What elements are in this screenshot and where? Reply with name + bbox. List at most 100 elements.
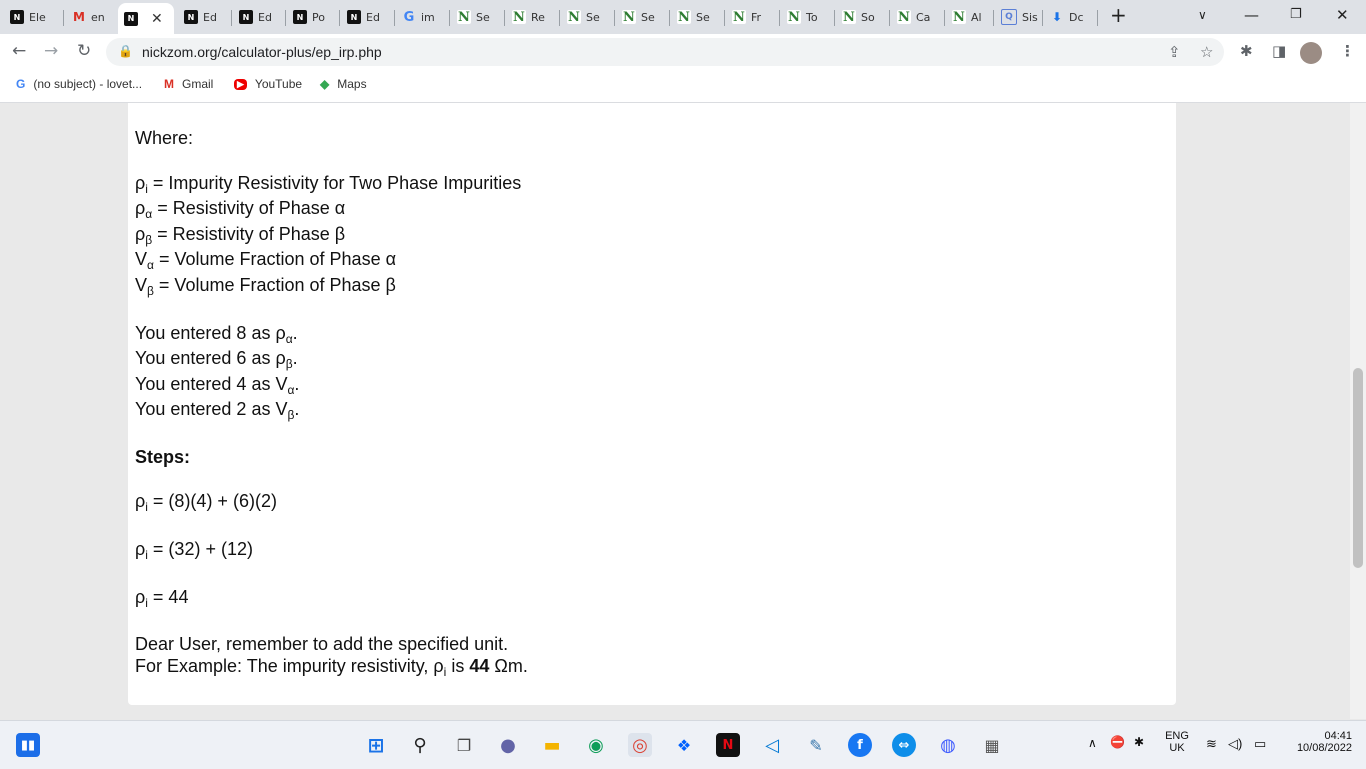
language-indicator[interactable]: ENG UK [1162, 730, 1192, 754]
browser-tab[interactable]: N Po [287, 5, 337, 29]
new-tab-icon[interactable]: + [1110, 3, 1127, 27]
browser-tab[interactable]: N Ele [4, 5, 60, 29]
n-icon: N [457, 9, 471, 25]
browser-tab[interactable]: N Ed [178, 5, 228, 29]
bookmark-youtube[interactable]: ▶ YouTube [234, 77, 302, 91]
chat-icon[interactable]: ● [496, 733, 520, 757]
menu-icon[interactable]: ⋮ [1340, 42, 1355, 60]
page-scrollbar[interactable] [1350, 103, 1366, 719]
where-heading: Where: [135, 128, 194, 148]
restore-icon[interactable]: ❐ [1290, 7, 1302, 22]
n-icon: N [567, 9, 581, 25]
definition-line: ρβ = Resistivity of Phase β [135, 224, 346, 247]
step-line: ρi = 44 [135, 587, 189, 610]
bluetooth-icon[interactable]: ✱ [1134, 735, 1144, 749]
bookmark-gmail[interactable]: M Gmail [164, 77, 213, 91]
browser-tab[interactable]: N Re [506, 5, 558, 29]
entered-line: You entered 8 as ρα. [135, 323, 298, 346]
nickzom-icon: N [10, 10, 24, 24]
scrollbar-thumb[interactable] [1353, 368, 1363, 568]
bookmarks-bar: G (no subject) - lovet... M Gmail ▶ YouTube… [0, 70, 1366, 103]
search-icon[interactable]: ⚲ [408, 733, 432, 757]
browser-tab[interactable]: N Ca [891, 5, 943, 29]
browser-tab[interactable]: N Se [616, 5, 668, 29]
edge-icon[interactable]: ◉ [584, 733, 608, 757]
widgets-icon[interactable]: ▮▮ [16, 733, 40, 757]
file-explorer-icon[interactable]: ▬ [540, 733, 564, 757]
entered-line: You entered 2 as Vβ. [135, 399, 300, 422]
browser-tab-active[interactable]: N ✕ [118, 3, 174, 34]
app-icon[interactable]: ◍ [936, 733, 960, 757]
browser-tab[interactable]: N Se [451, 5, 503, 29]
address-bar[interactable]: 🔒 nickzom.org/calculator-plus/ep_irp.php… [106, 38, 1224, 66]
browser-tab[interactable]: N Fr [726, 5, 778, 29]
bookmark-maps[interactable]: ◆ Maps [320, 77, 367, 91]
vscode-icon[interactable]: ◁ [760, 733, 784, 757]
nickzom-icon: N [347, 10, 361, 24]
gmail-icon: M [164, 77, 174, 91]
n-icon: N [677, 9, 691, 25]
clock[interactable]: 04:41 10/08/2022 [1282, 730, 1352, 754]
nickzom-icon: N [293, 10, 307, 24]
browser-tab[interactable]: N Se [671, 5, 723, 29]
browser-tab[interactable]: ⬇ Dc [1044, 5, 1096, 29]
entered-line: You entered 6 as ρβ. [135, 348, 298, 371]
extensions-icon[interactable]: ✱ [1240, 42, 1253, 60]
calculator-icon[interactable]: ▦ [980, 733, 1004, 757]
bookmark-star-icon[interactable]: ☆ [1200, 43, 1213, 61]
network-status-icon[interactable]: ⛔ [1110, 735, 1125, 749]
bookmark-gmail-subject[interactable]: G (no subject) - lovet... [16, 77, 142, 91]
definition-line: ρα = Resistivity of Phase α [135, 198, 346, 221]
avatar[interactable] [1300, 42, 1322, 64]
minimize-icon[interactable]: — [1244, 6, 1259, 24]
browser-tab[interactable]: N Ed [341, 5, 393, 29]
chrome-icon[interactable]: ◎ [628, 733, 652, 757]
wifi-icon[interactable]: ≋ [1206, 736, 1217, 752]
n-icon: N [842, 9, 856, 25]
window-close-icon[interactable]: ✕ [1336, 6, 1349, 24]
tray-chevron-icon[interactable]: ∧ [1088, 736, 1097, 750]
side-panel-icon[interactable]: ◨ [1272, 42, 1286, 60]
start-icon[interactable]: ⊞ [364, 733, 388, 757]
browser-tab[interactable]: Men [66, 5, 118, 29]
battery-icon[interactable]: ▭ [1254, 736, 1266, 752]
nickzom-icon: N [124, 11, 138, 26]
step-line: ρi = (32) + (12) [135, 539, 253, 562]
close-icon[interactable]: ✕ [151, 11, 163, 27]
teamviewer-icon[interactable]: ⇔ [892, 733, 916, 757]
browser-tab[interactable]: Gim [396, 5, 448, 29]
browser-toolbar: ← → ↻ 🔒 nickzom.org/calculator-plus/ep_i… [0, 34, 1366, 70]
url-text[interactable]: nickzom.org/calculator-plus/ep_irp.php [142, 44, 382, 60]
entered-line: You entered 4 as Vα. [135, 374, 300, 397]
unit-note: Dear User, remember to add the specified… [135, 634, 509, 654]
step-line: ρi = (8)(4) + (6)(2) [135, 491, 277, 514]
dropbox-icon[interactable]: ❖ [672, 733, 696, 757]
browser-tab[interactable]: N Ed [233, 5, 283, 29]
google-icon: G [403, 9, 415, 25]
sis-icon: Q [1001, 9, 1017, 25]
task-view-icon[interactable]: ❐ [452, 733, 476, 757]
volume-icon[interactable]: ◁) [1228, 736, 1242, 752]
n-icon: N [897, 9, 911, 25]
forward-icon[interactable]: → [44, 41, 58, 61]
share-icon[interactable]: ⇪ [1168, 43, 1181, 61]
n-icon: N [952, 9, 966, 25]
n-icon: N [622, 9, 636, 25]
taskbar: ▮▮ ⊞ ⚲ ❐ ● ▬ ◉ ◎ ❖ N ◁ ✎ f ⇔ ◍ ▦ ∧ ⛔ ✱ E… [0, 720, 1366, 769]
reload-icon[interactable]: ↻ [77, 41, 91, 61]
maps-icon: ◆ [320, 77, 330, 91]
browser-tab[interactable]: Q Sis [995, 5, 1041, 29]
browser-tab[interactable]: N Se [561, 5, 613, 29]
back-icon[interactable]: ← [12, 41, 26, 61]
n-icon: N [732, 9, 746, 25]
google-icon: G [16, 77, 26, 91]
tab-search-icon[interactable]: ∨ [1198, 8, 1207, 22]
python-icon[interactable]: ✎ [804, 733, 828, 757]
netflix-icon[interactable]: N [716, 733, 740, 757]
facebook-icon[interactable]: f [848, 733, 872, 757]
browser-tab[interactable]: N Al [946, 5, 992, 29]
browser-tab[interactable]: N So [836, 5, 888, 29]
youtube-icon: ▶ [234, 78, 247, 90]
n-icon: N [512, 9, 526, 25]
browser-tab[interactable]: N To [781, 5, 833, 29]
